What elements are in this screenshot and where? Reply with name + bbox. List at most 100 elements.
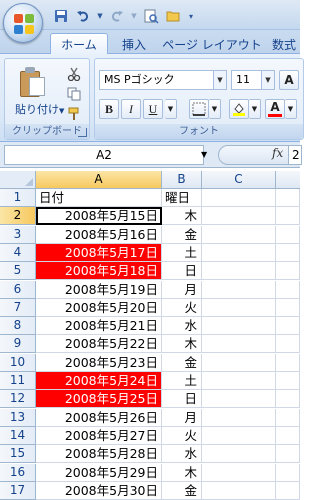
font-name-combo[interactable]: MS Pゴシック ▼: [99, 70, 227, 90]
bold-button[interactable]: B: [99, 99, 119, 119]
cell-empty[interactable]: [276, 225, 300, 244]
cell-empty[interactable]: [202, 481, 276, 500]
row-header[interactable]: 15: [0, 445, 36, 464]
cell-empty[interactable]: [276, 372, 300, 390]
font-color-dropdown-icon[interactable]: ▼: [285, 99, 297, 119]
cell-empty[interactable]: [276, 243, 300, 262]
format-painter-icon[interactable]: [65, 105, 83, 123]
clipboard-launcher-icon[interactable]: [78, 128, 87, 137]
tab-insert[interactable]: 挿入: [112, 33, 156, 55]
cell-empty[interactable]: [276, 481, 300, 500]
cell-empty[interactable]: [276, 298, 300, 317]
row-header[interactable]: 4: [0, 243, 36, 262]
cell-weekday[interactable]: 月: [162, 408, 202, 427]
cell-empty[interactable]: [202, 189, 276, 207]
row-header[interactable]: 16: [0, 463, 36, 482]
cell-date[interactable]: 2008年5月15日: [36, 207, 162, 226]
borders-dropdown-icon[interactable]: ▼: [209, 99, 221, 119]
cell-weekday[interactable]: 金: [162, 353, 202, 372]
cell-empty[interactable]: [276, 445, 300, 464]
cell-date[interactable]: 2008年5月16日: [36, 225, 162, 244]
cell-empty[interactable]: [202, 353, 276, 372]
cell-weekday[interactable]: 月: [162, 280, 202, 299]
cell-empty[interactable]: [202, 372, 276, 390]
cell-empty[interactable]: [202, 445, 276, 464]
cell-date[interactable]: 2008年5月17日: [36, 243, 162, 262]
column-header-c[interactable]: C: [202, 171, 276, 189]
cell-date[interactable]: 日付: [36, 189, 162, 207]
row-header[interactable]: 17: [0, 481, 36, 500]
cell-weekday[interactable]: 木: [162, 463, 202, 482]
row-header[interactable]: 10: [0, 353, 36, 372]
cell-empty[interactable]: [276, 189, 300, 207]
cell-date[interactable]: 2008年5月28日: [36, 445, 162, 464]
cell-empty[interactable]: [202, 262, 276, 281]
row-header[interactable]: 2: [0, 207, 36, 226]
fill-color-icon[interactable]: [229, 99, 249, 119]
name-box-dropdown-icon[interactable]: ▼: [201, 150, 207, 159]
column-header-b[interactable]: B: [162, 171, 202, 189]
cell-empty[interactable]: [276, 335, 300, 354]
cell-date[interactable]: 2008年5月30日: [36, 481, 162, 500]
cell-empty[interactable]: [276, 262, 300, 281]
formula-input[interactable]: 2: [288, 145, 302, 165]
tab-page-layout[interactable]: ページ レイアウト: [162, 33, 262, 55]
print-preview-icon[interactable]: [142, 7, 160, 25]
cell-empty[interactable]: [202, 426, 276, 445]
row-header[interactable]: 7: [0, 298, 36, 317]
paste-button[interactable]: 貼り付け▼: [7, 61, 65, 123]
customize-icon[interactable]: ▾: [186, 7, 196, 25]
cell-date[interactable]: 2008年5月23日: [36, 353, 162, 372]
italic-button[interactable]: I: [121, 99, 141, 119]
cell-empty[interactable]: [276, 207, 300, 226]
cell-empty[interactable]: [202, 280, 276, 299]
insert-function-icon[interactable]: fx: [272, 146, 283, 160]
underline-dropdown-icon[interactable]: ▼: [165, 99, 177, 119]
cell-weekday[interactable]: 日: [162, 262, 202, 281]
grow-font-button[interactable]: A: [279, 70, 299, 90]
cell-weekday[interactable]: 火: [162, 298, 202, 317]
redo-dropdown-icon[interactable]: ▼: [130, 7, 138, 25]
cut-icon[interactable]: [65, 65, 83, 83]
cell-date[interactable]: 2008年5月29日: [36, 463, 162, 482]
row-header[interactable]: 8: [0, 317, 36, 336]
row-header[interactable]: 5: [0, 262, 36, 281]
undo-icon[interactable]: [74, 7, 92, 25]
cell-date[interactable]: 2008年5月24日: [36, 372, 162, 390]
cell-date[interactable]: 2008年5月25日: [36, 390, 162, 409]
cell-empty[interactable]: [276, 317, 300, 336]
select-all-corner[interactable]: [0, 171, 36, 189]
cell-empty[interactable]: [276, 280, 300, 299]
cell-date[interactable]: 2008年5月26日: [36, 408, 162, 427]
cell-empty[interactable]: [202, 243, 276, 262]
font-color-icon[interactable]: A: [265, 99, 285, 119]
cell-weekday[interactable]: 水: [162, 445, 202, 464]
cell-date[interactable]: 2008年5月19日: [36, 280, 162, 299]
cell-empty[interactable]: [202, 390, 276, 409]
row-header[interactable]: 6: [0, 280, 36, 299]
cell-date[interactable]: 2008年5月22日: [36, 335, 162, 354]
cell-empty[interactable]: [202, 298, 276, 317]
fill-color-dropdown-icon[interactable]: ▼: [249, 99, 261, 119]
tab-formulas[interactable]: 数式: [272, 33, 312, 55]
cell-weekday[interactable]: 木: [162, 207, 202, 226]
row-header[interactable]: 14: [0, 426, 36, 445]
cell-weekday[interactable]: 火: [162, 426, 202, 445]
cell-weekday[interactable]: 土: [162, 243, 202, 262]
redo-icon[interactable]: [108, 7, 126, 25]
cell-empty[interactable]: [276, 463, 300, 482]
column-header-a[interactable]: A: [36, 171, 162, 189]
cell-weekday[interactable]: 金: [162, 225, 202, 244]
row-header[interactable]: 1: [0, 189, 36, 207]
cell-empty[interactable]: [202, 207, 276, 226]
name-box[interactable]: A2: [4, 145, 204, 165]
column-header-d[interactable]: [276, 171, 300, 189]
cell-weekday[interactable]: 日: [162, 390, 202, 409]
cell-empty[interactable]: [202, 317, 276, 336]
row-header[interactable]: 3: [0, 225, 36, 244]
cell-date[interactable]: 2008年5月20日: [36, 298, 162, 317]
cell-weekday[interactable]: 曜日: [162, 189, 202, 207]
undo-dropdown-icon[interactable]: ▼: [96, 7, 104, 25]
tab-home[interactable]: ホーム: [50, 33, 108, 55]
cell-empty[interactable]: [202, 463, 276, 482]
